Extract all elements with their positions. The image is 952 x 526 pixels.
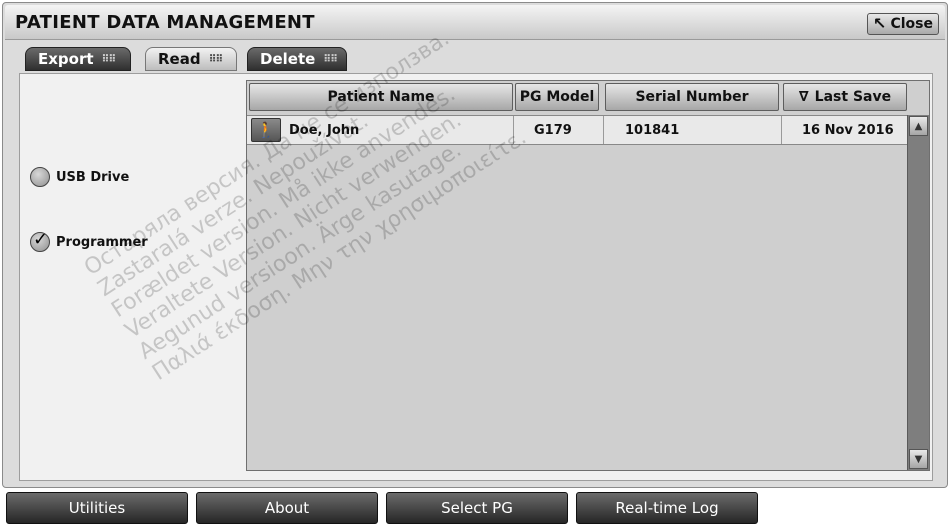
checkmark-icon: ✓ — [33, 229, 49, 250]
cell-last-save: 16 Nov 2016 — [802, 122, 894, 138]
utilities-button[interactable]: Utilities — [6, 492, 188, 524]
column-header-label: PG Model — [519, 89, 595, 105]
column-header-label: Last Save — [814, 89, 892, 105]
sort-descending-icon: ∇ — [798, 89, 809, 105]
source-label-usb-drive: USB Drive — [56, 169, 130, 185]
patient-table: Patient Name PG Model Serial Number ∇ La… — [246, 80, 930, 471]
radio-button-checked[interactable]: ✓ — [30, 229, 50, 252]
select-pg-button[interactable]: Select PG — [386, 492, 568, 524]
tab-delete-label: Delete — [260, 50, 316, 68]
column-divider — [513, 116, 514, 144]
grip-icon: ⠿⠿ — [101, 53, 117, 65]
column-header-pg-model[interactable]: PG Model — [515, 83, 599, 111]
grip-icon: ⠿⠿ — [208, 53, 224, 65]
grip-icon: ⠿⠿ — [323, 53, 338, 65]
column-header-label: Serial Number — [635, 89, 749, 105]
real-time-log-button[interactable]: Real-time Log — [576, 492, 758, 524]
source-label-programmer: Programmer — [56, 234, 148, 250]
close-label: Close — [890, 16, 933, 32]
column-header-label: Patient Name — [327, 89, 435, 105]
source-option-usb-drive[interactable]: USB Drive — [30, 167, 129, 187]
cell-serial-number: 101841 — [625, 122, 680, 138]
window-title: PATIENT DATA MANAGEMENT — [15, 12, 315, 33]
cell-patient-name: Doe, John — [289, 122, 360, 138]
patient-icon: 🚶 — [251, 118, 281, 142]
vertical-scrollbar[interactable]: ▲ ▼ — [907, 115, 929, 470]
tab-read-label: Read — [158, 50, 201, 68]
scroll-up-icon: ▲ — [914, 120, 923, 132]
tab-read[interactable]: Read ⠿⠿ — [145, 47, 237, 71]
table-row[interactable]: 🚶 Doe, John G179 101841 16 Nov 2016 — [247, 115, 907, 145]
title-bar: PATIENT DATA MANAGEMENT ↖ Close — [5, 5, 945, 40]
column-header-patient-name[interactable]: Patient Name — [249, 83, 513, 111]
close-button[interactable]: ↖ Close — [867, 13, 939, 35]
tab-export-label: Export — [38, 50, 94, 68]
scroll-down-icon: ▼ — [914, 453, 923, 465]
column-divider — [781, 116, 782, 144]
about-button[interactable]: About — [196, 492, 378, 524]
source-option-programmer[interactable]: ✓ Programmer — [30, 229, 148, 252]
scroll-up-button[interactable]: ▲ — [909, 116, 928, 136]
radio-button-unchecked[interactable] — [30, 167, 50, 187]
column-divider — [603, 116, 604, 144]
column-header-last-save[interactable]: ∇ Last Save — [783, 83, 907, 111]
cell-pg-model: G179 — [534, 122, 572, 138]
scroll-down-button[interactable]: ▼ — [909, 449, 928, 469]
tab-delete[interactable]: Delete ⠿⠿ — [247, 47, 347, 71]
close-arrow-icon: ↖ — [873, 14, 887, 33]
tab-export[interactable]: Export ⠿⠿ — [25, 47, 131, 71]
column-header-serial-number[interactable]: Serial Number — [605, 83, 779, 111]
